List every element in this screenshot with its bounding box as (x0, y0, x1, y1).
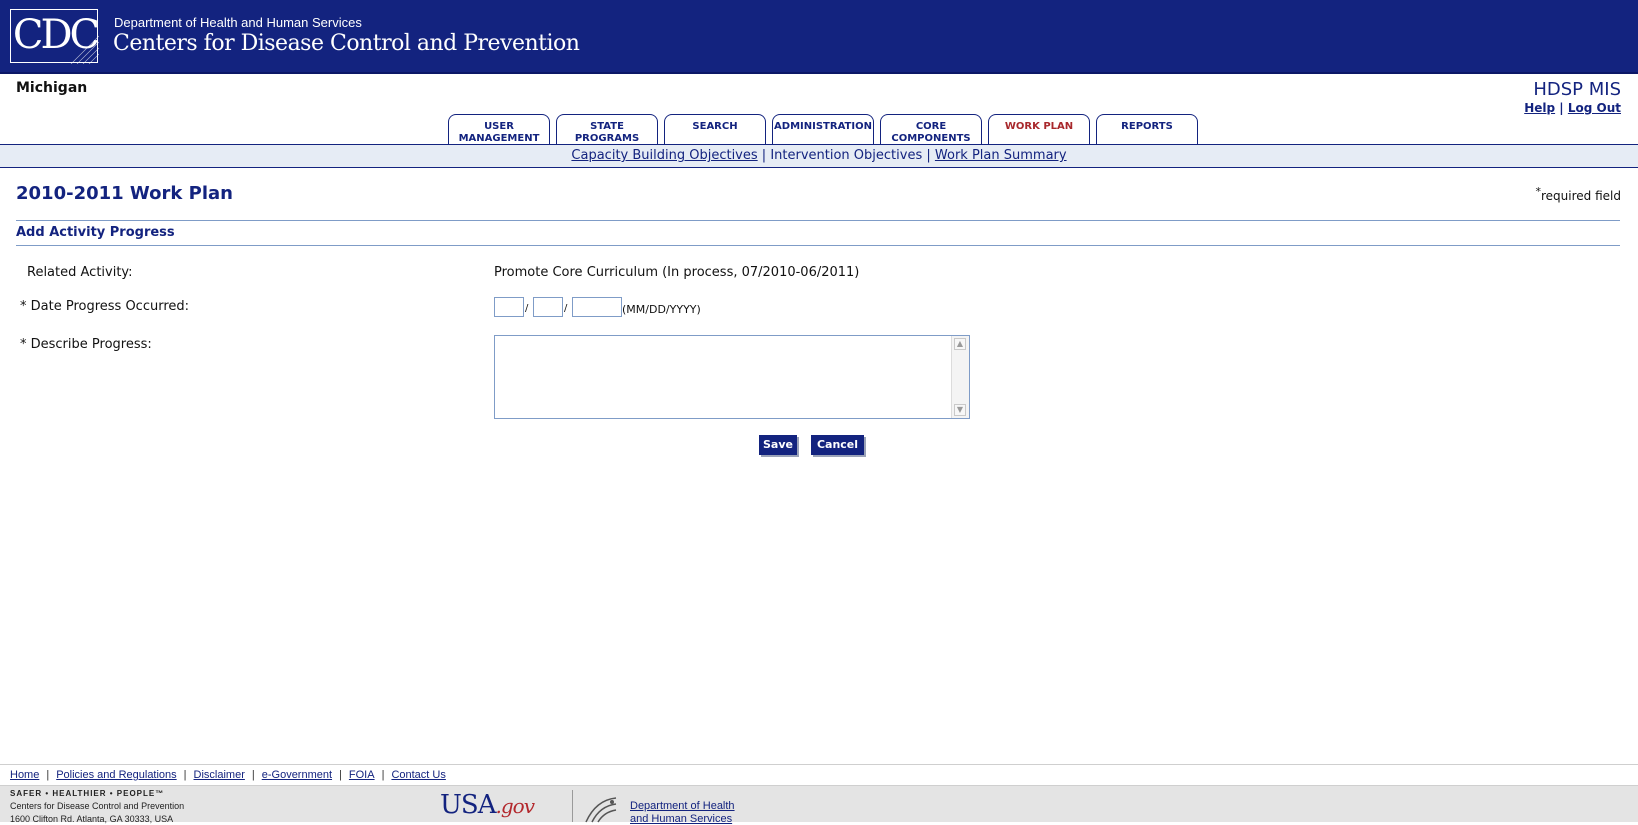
tab-label-line1: ADMINISTRATION (774, 121, 872, 132)
describe-progress-textarea[interactable]: ▲ ▼ (494, 335, 970, 419)
footer-separator: | (183, 769, 187, 781)
footer-vertical-divider (572, 790, 573, 822)
tab-core-components[interactable]: CORE COMPONENTS (880, 114, 982, 144)
page-title: 2010-2011 Work Plan (16, 183, 233, 204)
tab-user-management[interactable]: USER MANAGEMENT (448, 114, 550, 144)
cdc-logo: CDC (10, 9, 100, 64)
footer-address-line2: 1600 Clifton Rd. Atlanta, GA 30333, USA (10, 814, 174, 824)
footer-separator: | (46, 769, 50, 781)
tab-search[interactable]: SEARCH (664, 114, 766, 144)
usagov-main-text: USA (440, 790, 496, 820)
sub-nav: Capacity Building Objectives | Intervent… (0, 144, 1638, 168)
scroll-up-icon[interactable]: ▲ (954, 338, 966, 350)
footer-contact-link[interactable]: Contact Us (391, 769, 445, 781)
usagov-gov-text: .gov (495, 794, 535, 818)
tab-work-plan[interactable]: WORK PLAN (988, 114, 1090, 144)
day-input[interactable] (533, 297, 563, 317)
related-activity-label: Related Activity: (27, 265, 133, 280)
footer-separator: | (381, 769, 385, 781)
hhs-link-line2[interactable]: and Human Services (630, 813, 732, 825)
app-name: HDSP MIS (1533, 79, 1621, 100)
save-button[interactable]: Save (759, 435, 797, 455)
logo-text: CDC (12, 12, 100, 58)
top-link-separator: | (1559, 101, 1564, 115)
tab-label-line1: STATE (590, 121, 624, 132)
capacity-building-link[interactable]: Capacity Building Objectives (571, 148, 757, 163)
footer-bottom: SAFER • HEALTHIER • PEOPLE™ Centers for … (0, 785, 1638, 825)
logout-link[interactable]: Log Out (1568, 101, 1621, 115)
tab-administration[interactable]: ADMINISTRATION (772, 114, 874, 144)
textarea-scrollbar[interactable]: ▲ ▼ (951, 336, 969, 418)
footer-tagline: SAFER • HEALTHIER • PEOPLE™ (10, 789, 165, 798)
department-name: Department of Health and Human Services (114, 15, 362, 30)
cancel-button[interactable]: Cancel (811, 435, 864, 455)
date-progress-label: * Date Progress Occurred: (20, 299, 190, 314)
required-text: required field (1541, 189, 1621, 203)
date-separator: / (525, 303, 529, 314)
agency-name: Centers for Disease Control and Preventi… (113, 31, 580, 56)
date-separator: / (564, 303, 568, 314)
required-field-note: *required field (1536, 185, 1622, 203)
hhs-link-line1[interactable]: Department of Health (630, 800, 735, 812)
site-header: CDC Department of Health and Human Servi… (0, 0, 1638, 74)
footer-divider (0, 764, 1638, 765)
footer-address-line1: Centers for Disease Control and Preventi… (10, 801, 185, 811)
tab-label-line1: REPORTS (1121, 121, 1173, 132)
work-plan-summary-link[interactable]: Work Plan Summary (935, 148, 1067, 163)
footer-separator: | (339, 769, 342, 781)
year-input[interactable] (572, 297, 622, 317)
related-activity-value: Promote Core Curriculum (In process, 07/… (494, 265, 860, 280)
usagov-logo[interactable]: USA.gov (440, 790, 535, 820)
help-link[interactable]: Help (1524, 101, 1555, 115)
footer-egovernment-link[interactable]: e-Government (262, 769, 332, 781)
tab-label-line1: SEARCH (692, 121, 738, 132)
footer-home-link[interactable]: Home (10, 769, 39, 781)
footer-foia-link[interactable]: FOIA (349, 769, 375, 781)
section-title: Add Activity Progress (16, 225, 175, 240)
tab-label-line2: MANAGEMENT (458, 133, 540, 144)
scroll-down-icon[interactable]: ▼ (954, 404, 966, 416)
tab-label-line1: WORK PLAN (1004, 121, 1074, 132)
date-format-hint: (MM/DD/YYYY) (622, 303, 701, 316)
top-links: Help | Log Out (1524, 101, 1621, 115)
intervention-objectives-link[interactable]: Intervention Objectives (770, 148, 922, 163)
subnav-separator: | (761, 148, 767, 163)
describe-progress-label: * Describe Progress: (20, 337, 152, 352)
tab-label-line2: COMPONENTS (891, 133, 971, 144)
hhs-eagle-icon (585, 797, 617, 823)
month-input[interactable] (494, 297, 524, 317)
subnav-separator: | (926, 148, 931, 163)
tab-state-programs[interactable]: STATE PROGRAMS (556, 114, 658, 144)
section-header: Add Activity Progress (16, 220, 1620, 246)
tab-label-line1: USER (484, 121, 514, 132)
footer-links: Home | Policies and Regulations | Disclaimer… (10, 769, 446, 781)
footer-disclaimer-link[interactable]: Disclaimer (194, 769, 245, 781)
tab-label-line2: PROGRAMS (574, 133, 640, 144)
tab-reports[interactable]: REPORTS (1096, 114, 1198, 144)
tab-label-line1: CORE (915, 121, 947, 132)
state-name: Michigan (16, 80, 88, 96)
footer-separator: | (251, 769, 255, 781)
footer-policies-link[interactable]: Policies and Regulations (56, 769, 176, 781)
